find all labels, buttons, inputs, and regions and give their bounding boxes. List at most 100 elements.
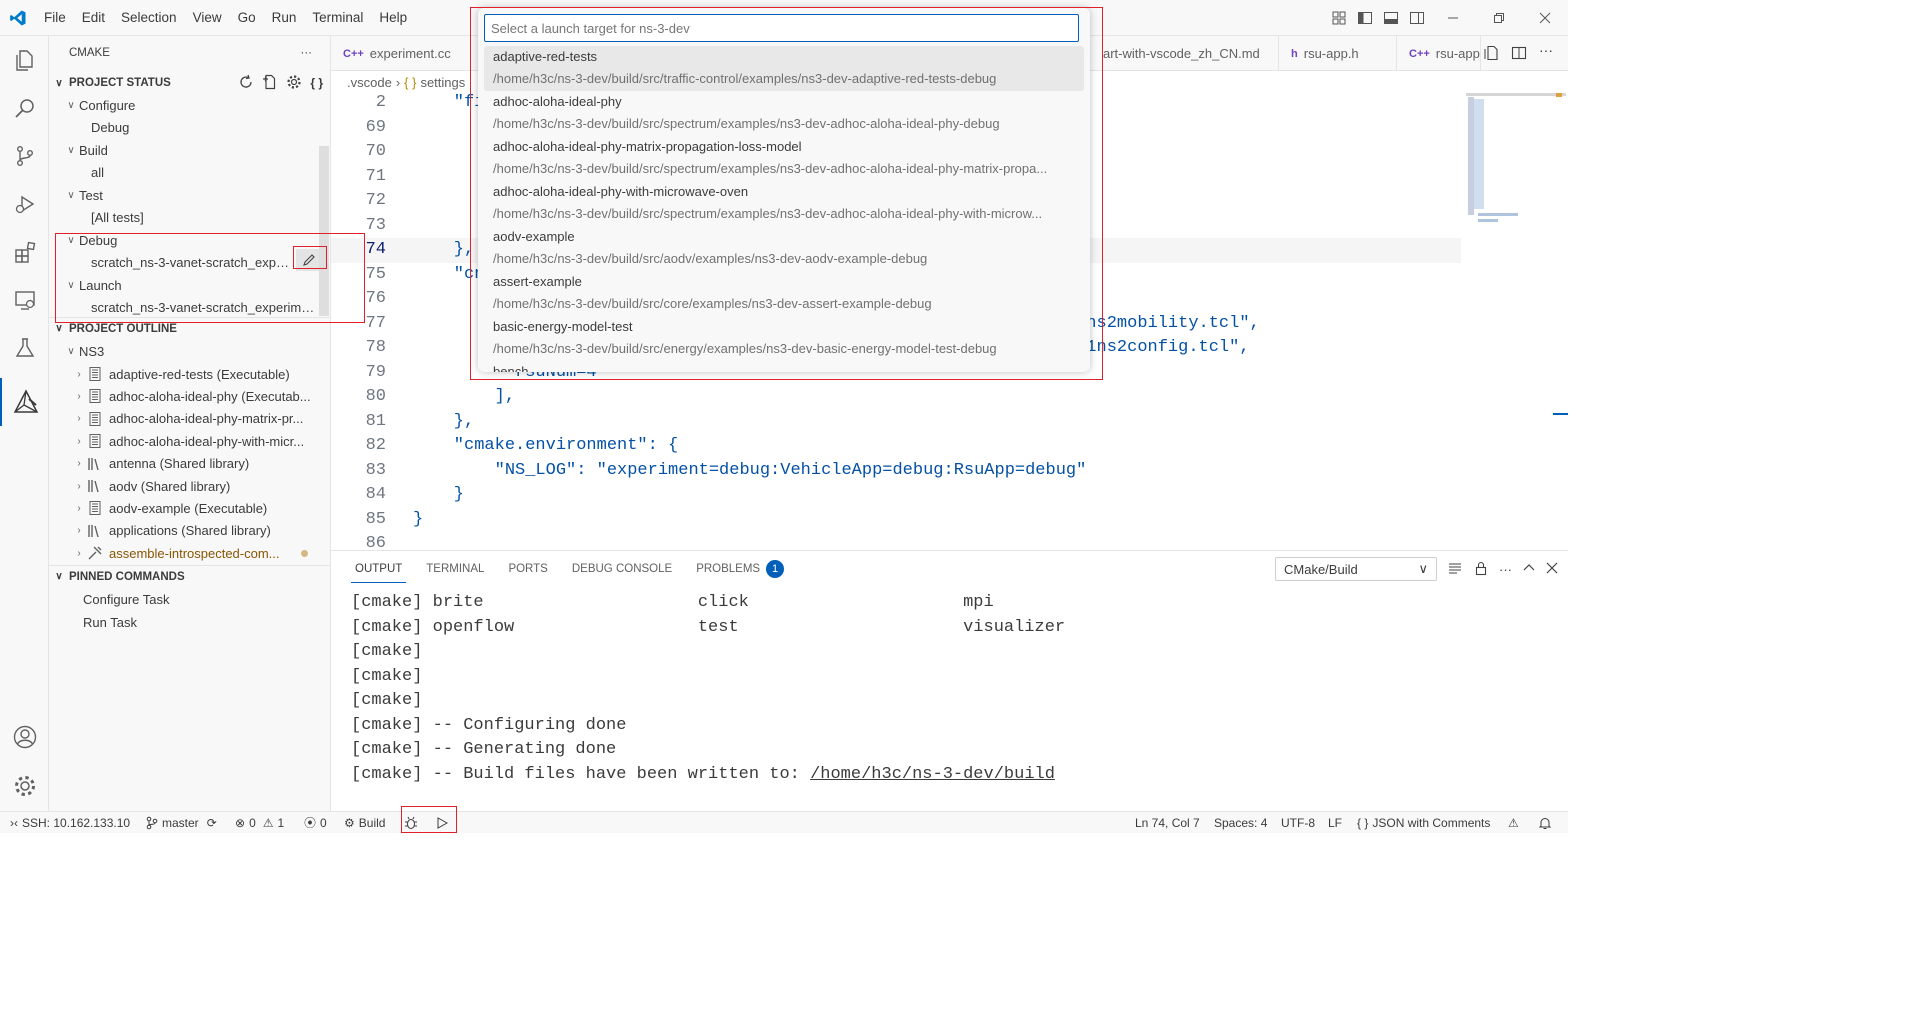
outline-item[interactable]: › assemble-introspected-com...: [49, 542, 330, 564]
maximize-panel-icon[interactable]: [1522, 561, 1536, 578]
json-braces-icon[interactable]: { }: [310, 76, 323, 90]
cmake-launch-button[interactable]: [436, 812, 448, 833]
test-node[interactable]: ∨ Test: [49, 184, 330, 206]
git-branch[interactable]: master ⟳: [146, 812, 217, 833]
outline-item[interactable]: › applications (Shared library): [49, 520, 330, 542]
cursor-position[interactable]: Ln 74, Col 7: [1135, 812, 1200, 833]
configure-node[interactable]: ∨ Configure: [49, 94, 330, 116]
sync-icon[interactable]: ⟳: [207, 812, 217, 833]
explorer-icon[interactable]: [0, 36, 49, 84]
outline-item[interactable]: › antenna (Shared library): [49, 453, 330, 475]
launch-target-search-input[interactable]: [484, 14, 1079, 42]
encoding[interactable]: UTF-8: [1281, 812, 1315, 833]
menu-file[interactable]: File: [36, 0, 74, 36]
menu-edit[interactable]: Edit: [74, 0, 113, 36]
tab-start-with-vscode-md[interactable]: art-with-vscode_zh_CN.md: [1091, 36, 1279, 71]
minimap[interactable]: [1466, 93, 1566, 253]
menu-run[interactable]: Run: [264, 0, 305, 36]
tab-debug-console[interactable]: DEBUG CONSOLE: [560, 551, 684, 587]
code-line[interactable]: 80 ],: [331, 385, 1461, 410]
tab-rsu-app-cc[interactable]: C++ rsu-app: [1397, 36, 1481, 71]
open-changes-icon[interactable]: [1483, 45, 1499, 64]
output-channel-select[interactable]: CMake/Build ∨: [1275, 557, 1437, 581]
testing-icon[interactable]: [0, 324, 49, 372]
outline-item[interactable]: › adhoc-aloha-ideal-phy-matrix-pr...: [49, 408, 330, 430]
test-value[interactable]: [All tests]: [49, 206, 330, 228]
code-line[interactable]: 82 "cmake.environment": {: [331, 434, 1461, 459]
launch-target-option[interactable]: bench-...: [484, 361, 1084, 372]
debug-node[interactable]: ∨ Debug: [49, 229, 330, 251]
tab-problems[interactable]: PROBLEMS 1: [684, 551, 796, 587]
sidebar-scrollbar[interactable]: [319, 146, 329, 316]
outline-item[interactable]: › adhoc-aloha-ideal-phy (Executab...: [49, 385, 330, 407]
configure-value[interactable]: Debug: [49, 116, 330, 138]
breadcrumb-folder[interactable]: .vscode: [347, 75, 392, 90]
split-editor-icon[interactable]: [1511, 45, 1527, 64]
editor-more-actions-icon[interactable]: ···: [1539, 42, 1553, 58]
outline-root-ns3[interactable]: ∨ NS3: [49, 340, 330, 362]
new-file-icon[interactable]: [262, 74, 278, 93]
panel-more-actions-icon[interactable]: ···: [1499, 562, 1512, 577]
menu-view[interactable]: View: [185, 0, 230, 36]
outline-item[interactable]: › adhoc-aloha-ideal-phy-with-micr...: [49, 430, 330, 452]
launch-target-option[interactable]: aodv-example/home/h3c/ns-3-dev/build/src…: [484, 226, 1084, 271]
outline-item[interactable]: › aodv (Shared library): [49, 475, 330, 497]
customize-layout-icon[interactable]: [1326, 0, 1352, 36]
launch-target-option[interactable]: adhoc-aloha-ideal-phy/home/h3c/ns-3-dev/…: [484, 91, 1084, 136]
menu-help[interactable]: Help: [371, 0, 415, 36]
outline-item[interactable]: › aodv-example (Executable): [49, 497, 330, 519]
pinned-commands-header[interactable]: ∨ PINNED COMMANDS: [49, 565, 330, 587]
remote-indicator[interactable]: ›‹ SSH: 10.162.133.10: [10, 812, 130, 833]
indentation[interactable]: Spaces: 4: [1214, 812, 1267, 833]
code-line[interactable]: 84 }: [331, 483, 1461, 508]
launch-node[interactable]: ∨ Launch: [49, 274, 330, 296]
source-control-icon[interactable]: [0, 132, 49, 180]
build-path-link[interactable]: /home/h3c/ns-3-dev/build: [810, 765, 1055, 784]
manage-gear-icon[interactable]: [0, 762, 49, 810]
language-mode[interactable]: { } JSON with Comments: [1357, 812, 1490, 833]
minimize-icon[interactable]: [1430, 0, 1476, 36]
project-status-header[interactable]: ∨ PROJECT STATUS { }: [49, 72, 330, 94]
cmake-icon[interactable]: [0, 378, 49, 426]
lock-icon[interactable]: [1473, 560, 1489, 579]
accounts-icon[interactable]: [0, 713, 49, 761]
end-of-line[interactable]: LF: [1328, 812, 1342, 833]
tab-terminal[interactable]: TERMINAL: [414, 551, 496, 587]
restore-icon[interactable]: [1476, 0, 1522, 36]
toggle-secondary-sidebar-icon[interactable]: [1404, 0, 1430, 36]
code-line[interactable]: 81 },: [331, 410, 1461, 435]
pinned-configure-task[interactable]: Configure Task: [49, 588, 330, 610]
toggle-primary-sidebar-icon[interactable]: [1352, 0, 1378, 36]
launch-target-option[interactable]: basic-energy-model-test/home/h3c/ns-3-de…: [484, 316, 1084, 361]
settings-gear-icon[interactable]: [286, 74, 302, 93]
outline-item[interactable]: › adaptive-red-tests (Executable): [49, 363, 330, 385]
code-line[interactable]: 83 "NS_LOG": "experiment=debug:VehicleAp…: [331, 459, 1461, 484]
cmake-debug-button[interactable]: [404, 812, 418, 833]
launch-target-option[interactable]: adaptive-red-tests/home/h3c/ns-3-dev/bui…: [484, 46, 1084, 91]
launch-target-value[interactable]: scratch_ns-3-vanet-scratch_experime...: [49, 296, 319, 318]
pinned-run-task[interactable]: Run Task: [49, 611, 330, 633]
close-window-icon[interactable]: [1522, 0, 1568, 36]
code-line[interactable]: 85}: [331, 508, 1461, 533]
extensions-icon[interactable]: [0, 228, 49, 276]
filter-lines-icon[interactable]: [1447, 560, 1463, 579]
launch-target-option[interactable]: adhoc-aloha-ideal-phy-with-microwave-ove…: [484, 181, 1084, 226]
menu-selection[interactable]: Selection: [113, 0, 185, 36]
more-actions-icon[interactable]: ···: [301, 36, 313, 71]
refresh-icon[interactable]: [238, 74, 254, 93]
problems-indicator[interactable]: ⊗ 0 ⚠ 1: [235, 812, 284, 833]
close-panel-icon[interactable]: [1546, 562, 1558, 577]
tab-output[interactable]: OUTPUT: [343, 551, 414, 587]
run-debug-icon[interactable]: [0, 180, 49, 228]
toggle-panel-icon[interactable]: [1378, 0, 1404, 36]
debug-target-value[interactable]: scratch_ns-3-vanet-scratch_exper...: [49, 251, 289, 273]
notifications-bell-icon[interactable]: [1538, 812, 1552, 833]
ports-indicator[interactable]: ⦿ 0: [304, 812, 327, 833]
feedback-icon[interactable]: ⚠: [1508, 812, 1519, 833]
launch-target-option[interactable]: assert-example/home/h3c/ns-3-dev/build/s…: [484, 271, 1084, 316]
tab-ports[interactable]: PORTS: [496, 551, 559, 587]
tab-rsu-app-h[interactable]: h rsu-app.h: [1279, 36, 1397, 71]
launch-target-option[interactable]: adhoc-aloha-ideal-phy-matrix-propagation…: [484, 136, 1084, 181]
menu-terminal[interactable]: Terminal: [304, 0, 371, 36]
tab-experiment-cc[interactable]: C++ experiment.cc: [331, 36, 471, 71]
